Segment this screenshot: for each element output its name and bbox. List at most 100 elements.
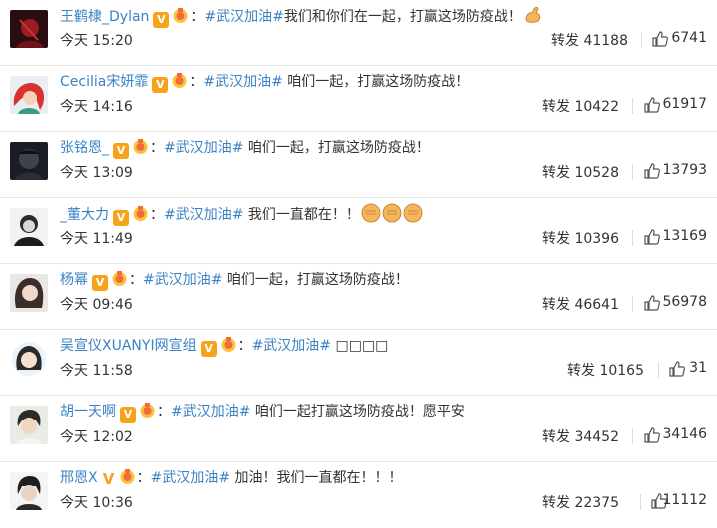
comment-text: 我们和你们在一起，打赢这场防疫战！ <box>283 9 522 25</box>
list-item: 王鹤棣_Dylan V ：#武汉加油#我们和你们在一起，打赢这场防疫战！ 今天 15… <box>0 0 717 66</box>
repost-label: 转发 <box>542 297 570 313</box>
hashtag[interactable]: #武汉加油# <box>171 404 250 420</box>
post-time: 今天 14:16 <box>60 99 133 115</box>
thumbs-up-icon[interactable] <box>651 30 669 48</box>
user-name[interactable]: 吴宣仪XUANYI网宣组 <box>60 338 197 354</box>
repost-button[interactable]: 转发 10165 <box>567 360 644 380</box>
repost-label: 转发 <box>551 33 579 49</box>
fan-badge-icon <box>172 7 189 24</box>
like-count: 61917 <box>662 96 707 112</box>
thumbs-up-icon[interactable] <box>643 162 661 180</box>
avatar[interactable] <box>10 406 48 444</box>
comment-feed: 王鹤棣_Dylan V ：#武汉加油#我们和你们在一起，打赢这场防疫战！ 今天 15… <box>0 0 717 521</box>
repost-button[interactable]: 转发 46641 <box>542 294 619 314</box>
user-name[interactable]: 王鹤棣_Dylan <box>60 9 149 25</box>
avatar[interactable] <box>10 142 48 180</box>
list-item: 吴宣仪XUANYI网宣组 V ：#武汉加油# □□□□ 今天 11:58 转发 10… <box>0 330 717 396</box>
repost-count: 10396 <box>574 231 619 247</box>
hashtag[interactable]: #武汉加油# <box>252 338 331 354</box>
avatar[interactable] <box>10 76 48 114</box>
list-item: 胡一天啊 V ：#武汉加油# 咱们一起打赢这场防疫战！愿平安 今天 12:02 转发… <box>0 396 717 462</box>
thumbs-up-icon[interactable] <box>643 294 661 312</box>
verified-v-icon: V <box>102 470 115 488</box>
thumbs-up-icon[interactable] <box>643 228 661 246</box>
flexed-arm-icon <box>523 5 543 25</box>
repost-label: 转发 <box>542 99 570 115</box>
user-name[interactable]: Cecilia宋妍霏 <box>60 74 148 90</box>
verified-v-icon: V <box>113 143 129 159</box>
fist-icon <box>382 203 402 223</box>
like-count: 13169 <box>662 228 707 244</box>
avatar[interactable] <box>10 472 48 510</box>
repost-label: 转发 <box>567 363 595 379</box>
colon: ： <box>157 404 171 420</box>
repost-button[interactable]: 转发 10396 <box>542 228 619 248</box>
user-name[interactable]: 杨幂 <box>60 272 88 288</box>
comment-text: 咱们一起，打赢这场防疫战！ <box>282 74 470 90</box>
like-count: 31 <box>689 360 707 376</box>
verified-v-icon: V <box>120 407 136 423</box>
like-count: 34146 <box>662 426 707 442</box>
repost-button[interactable]: 转发 10528 <box>542 162 619 182</box>
hashtag[interactable]: #武汉加油# <box>164 140 243 156</box>
user-name[interactable]: 邢恩X <box>60 470 98 486</box>
repost-label: 转发 <box>542 429 570 445</box>
divider <box>632 296 633 312</box>
user-name[interactable]: _董大力 <box>60 207 109 223</box>
thumbs-up-icon[interactable] <box>643 96 661 114</box>
comment-text: 咱们一起打赢这场防疫战！愿平安 <box>250 404 465 420</box>
hashtag[interactable]: #武汉加油# <box>204 9 283 25</box>
repost-button[interactable]: 转发 41188 <box>551 30 628 50</box>
colon: ： <box>190 9 205 25</box>
user-name[interactable]: 胡一天啊 <box>60 404 116 420</box>
list-item: 邢恩X V ：#武汉加油# 加油！我们一直都在！！！ 今天 10:36 转发 223… <box>0 462 717 528</box>
list-item: 杨幂 V ：#武汉加油# 咱们一起，打赢这场防疫战！ 今天 09:46 转发 466… <box>0 264 717 330</box>
fan-badge-icon <box>111 270 128 287</box>
fist-icon <box>403 203 423 223</box>
avatar[interactable] <box>10 274 48 312</box>
divider <box>632 164 633 180</box>
comment-text: □□□□ <box>331 338 389 354</box>
repost-button[interactable]: 转发 22375 <box>542 492 619 512</box>
repost-label: 转发 <box>542 231 570 247</box>
repost-button[interactable]: 转发 10422 <box>542 96 619 116</box>
list-item: 张铭恩_ V ：#武汉加油# 咱们一起，打赢这场防疫战！ 今天 13:09 转发 1… <box>0 132 717 198</box>
divider <box>632 428 633 444</box>
like-count: 13793 <box>662 162 707 178</box>
repost-count: 34452 <box>574 429 619 445</box>
verified-v-icon: V <box>200 341 217 357</box>
fan-badge-icon <box>119 468 136 485</box>
hashtag[interactable]: #武汉加油# <box>151 470 230 486</box>
repost-count: 22375 <box>574 495 619 511</box>
colon: ： <box>136 470 151 486</box>
divider <box>632 230 633 246</box>
repost-count: 10422 <box>574 99 619 115</box>
comment-text: 我们一直都在！！ <box>243 207 360 223</box>
avatar[interactable] <box>10 340 48 378</box>
thumbs-up-icon[interactable] <box>668 360 686 378</box>
hashtag[interactable]: #武汉加油# <box>143 272 222 288</box>
repost-label: 转发 <box>542 165 570 181</box>
fan-badge-icon <box>132 205 149 222</box>
avatar[interactable] <box>10 208 48 246</box>
user-name[interactable]: 张铭恩_ <box>60 140 109 156</box>
avatar[interactable] <box>10 10 48 48</box>
post-time: 今天 10:36 <box>60 495 133 511</box>
divider <box>658 362 659 378</box>
list-item: Cecilia宋妍霏 V ：#武汉加油# 咱们一起，打赢这场防疫战！ 今天 14:1… <box>0 66 717 132</box>
thumbs-up-icon[interactable] <box>643 426 661 444</box>
fist-icon <box>361 203 381 223</box>
repost-button[interactable]: 转发 34452 <box>542 426 619 446</box>
repost-count: 46641 <box>574 297 619 313</box>
fan-badge-icon <box>220 336 237 353</box>
like-count: 56978 <box>662 294 707 310</box>
colon: ： <box>150 207 164 223</box>
fan-badge-icon <box>132 138 149 155</box>
hashtag[interactable]: #武汉加油# <box>203 74 282 90</box>
fan-badge-icon <box>171 72 188 89</box>
verified-v-icon: V <box>113 210 129 226</box>
hashtag[interactable]: #武汉加油# <box>164 207 243 223</box>
like-count: 11112 <box>662 492 707 508</box>
comment-text: 加油！我们一直都在！！！ <box>230 470 403 486</box>
post-time: 今天 13:09 <box>60 165 133 181</box>
